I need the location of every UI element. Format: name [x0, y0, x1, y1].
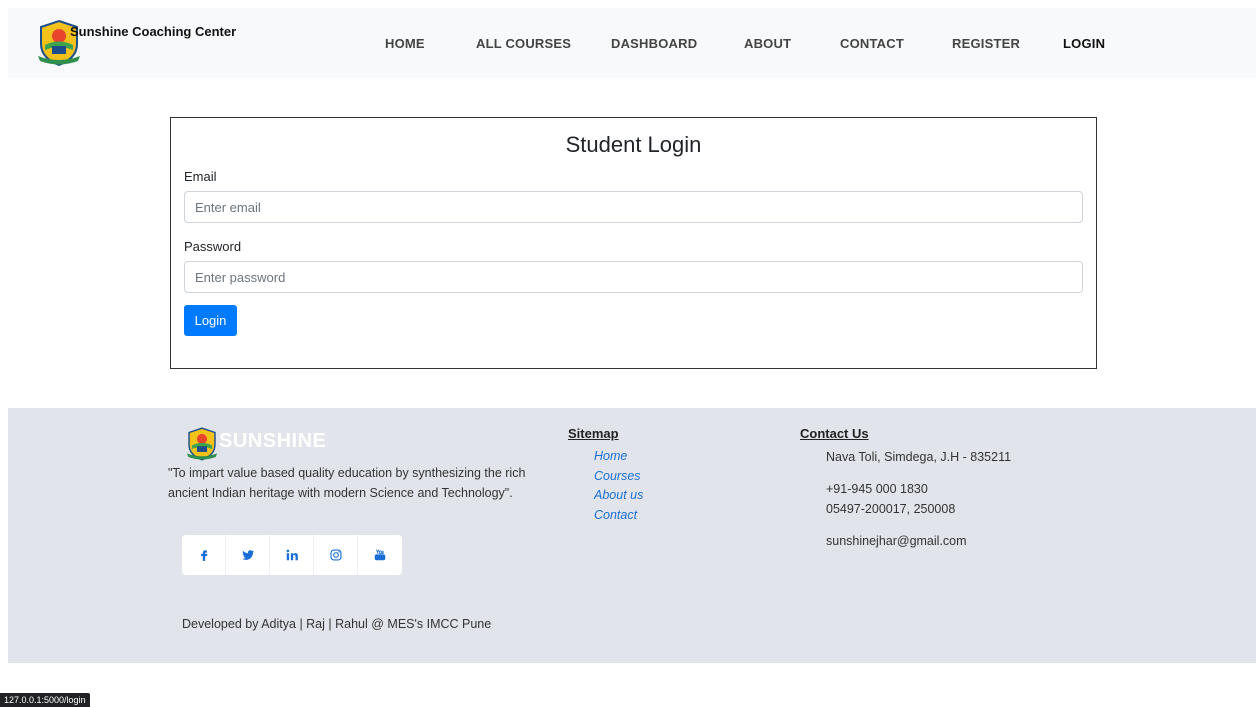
nav-about[interactable]: ABOUT [744, 36, 791, 51]
linkedin-link[interactable] [270, 535, 314, 575]
facebook-icon [200, 550, 207, 561]
password-input[interactable] [184, 261, 1083, 293]
login-card: Student Login Email Password Login [170, 117, 1097, 369]
contact-title: Contact Us [800, 426, 869, 441]
footer-logo-icon [186, 427, 218, 461]
login-title: Student Login [565, 132, 702, 157]
nav-dashboard[interactable]: DASHBOARD [611, 36, 697, 51]
facebook-link[interactable] [182, 535, 226, 575]
password-label: Password [184, 239, 242, 254]
sitemap-link-courses[interactable]: Courses [594, 469, 641, 483]
sitemap-title: Sitemap [568, 426, 619, 441]
social-links [182, 535, 402, 575]
linkedin-icon [286, 549, 298, 561]
nav-contact[interactable]: CONTACT [840, 36, 904, 51]
sitemap-link-home[interactable]: Home [594, 449, 627, 463]
nav-all-courses[interactable]: ALL COURSES [476, 36, 571, 51]
email-input[interactable] [184, 191, 1083, 223]
youtube-icon [374, 549, 386, 561]
twitter-link[interactable] [226, 535, 270, 575]
sitemap-link-contact[interactable]: Contact [594, 508, 637, 522]
contact-email: sunshinejhar@gmail.com [826, 534, 967, 548]
navbar: Sunshine Coaching Center HOME ALL COURSE… [8, 8, 1256, 78]
instagram-icon [329, 549, 342, 561]
nav-login[interactable]: LOGIN [1063, 36, 1105, 51]
status-url: 127.0.0.1:5000/login [0, 693, 90, 707]
brand-name[interactable]: Sunshine Coaching Center [70, 24, 236, 39]
email-label: Email [184, 169, 217, 184]
footer-logo-text: SUNSHINE [219, 430, 327, 452]
youtube-link[interactable] [358, 535, 402, 575]
footer-quote: "To impart value based quality education… [168, 466, 526, 500]
twitter-icon [241, 550, 254, 560]
page: Sunshine Coaching Center HOME ALL COURSE… [8, 8, 1256, 707]
contact-address: Nava Toli, Simdega, J.H - 835211 [826, 450, 1012, 464]
nav-home[interactable]: HOME [385, 36, 425, 51]
developer-credit: Developed by Aditya | Raj | Rahul @ MES'… [182, 617, 492, 631]
contact-phone-1: +91-945 000 1830 [826, 482, 928, 496]
nav-register[interactable]: REGISTER [952, 36, 1020, 51]
sitemap-link-about[interactable]: About us [594, 488, 643, 502]
contact-phone-2: 05497-200017, 250008 [826, 502, 956, 516]
footer: SUNSHINE "To impart value based quality … [8, 408, 1256, 663]
login-button[interactable]: Login [184, 305, 237, 336]
instagram-link[interactable] [314, 535, 358, 575]
